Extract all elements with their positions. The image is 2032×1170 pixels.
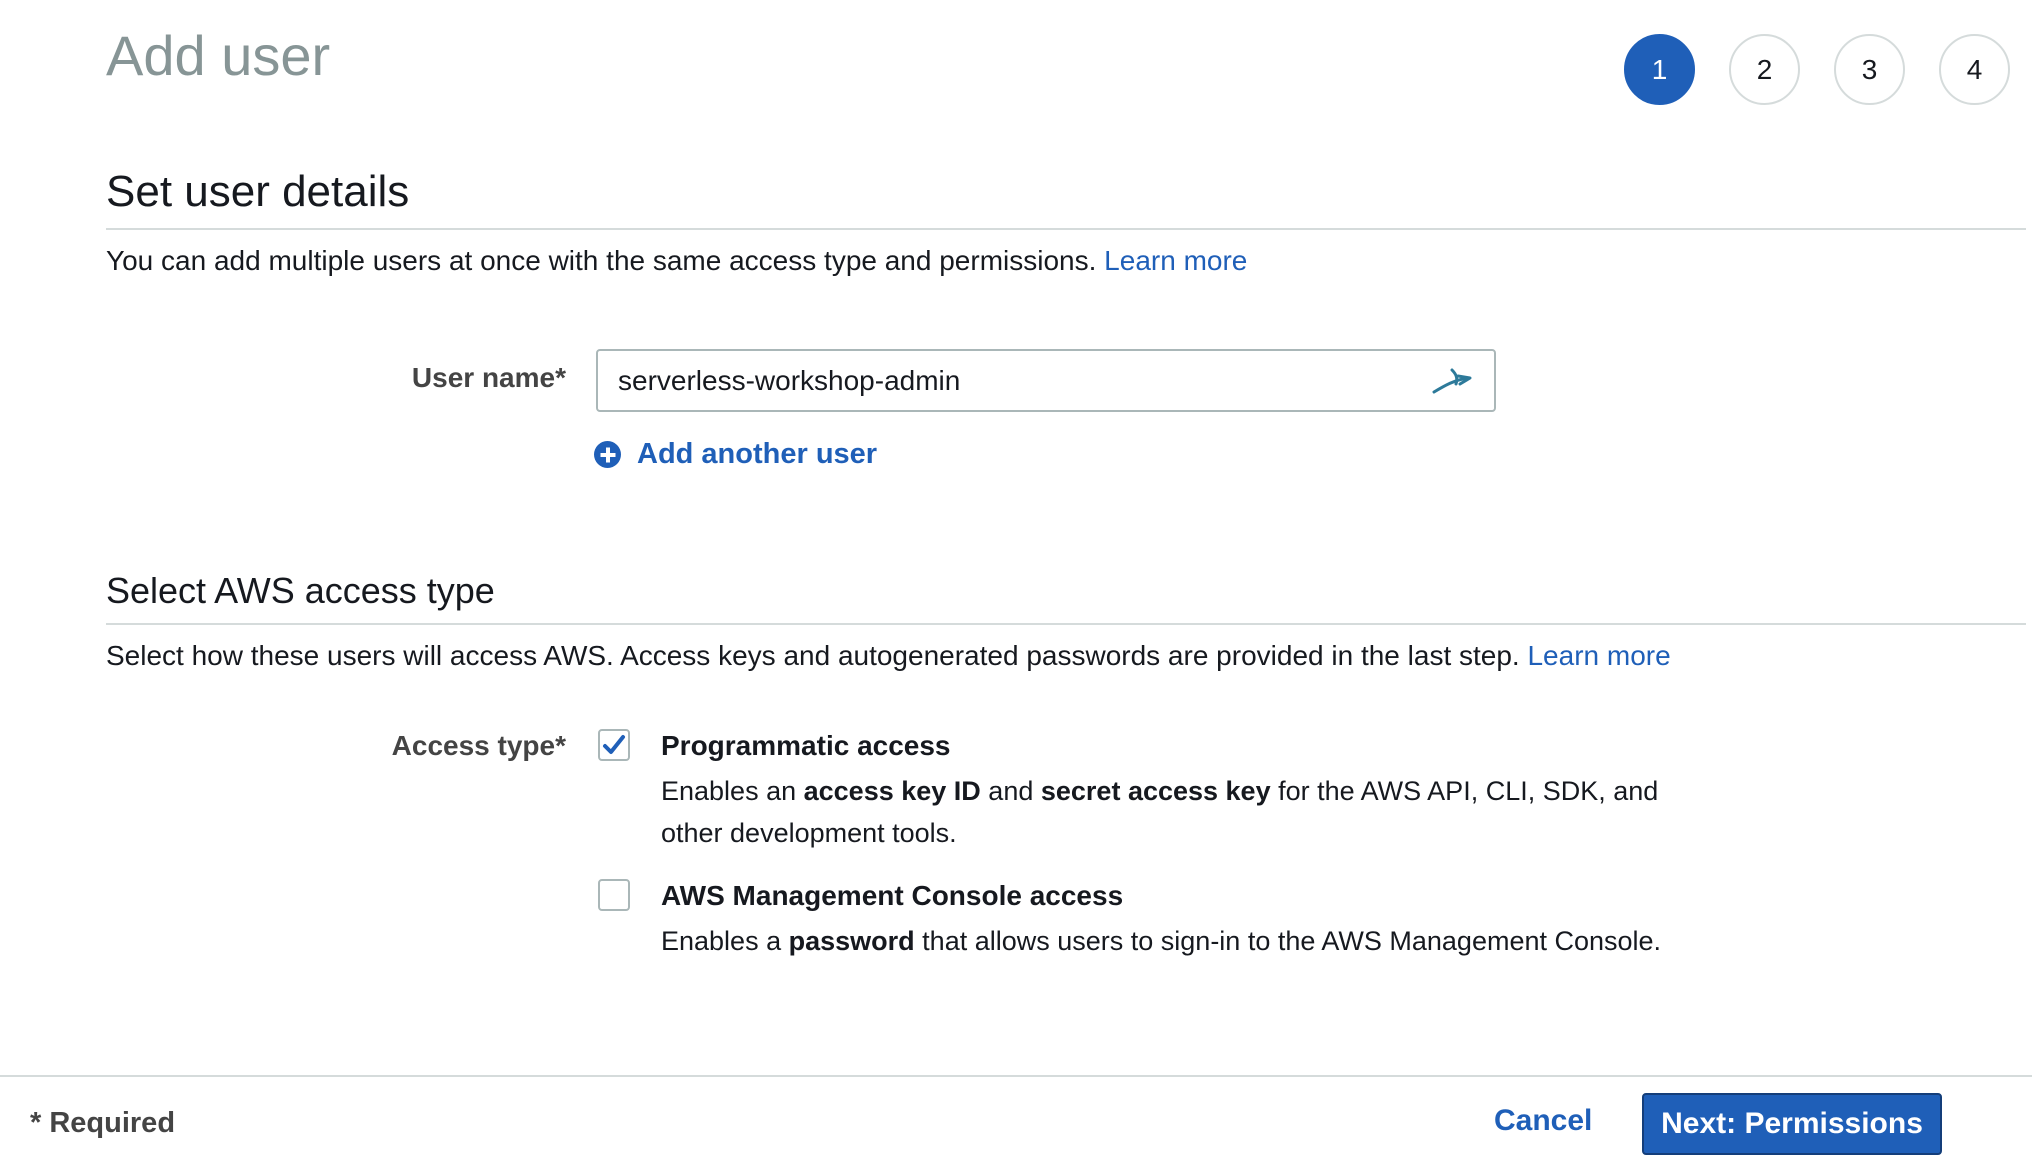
checkmark-icon (603, 735, 625, 754)
access-type-description: Select how these users will access AWS. … (106, 638, 1671, 674)
desc-text: that allows users to sign-in to the AWS … (922, 926, 1662, 956)
learn-more-link[interactable]: Learn more (1527, 640, 1670, 671)
desc-text: Enables a (661, 926, 782, 956)
page-title: Add user (106, 24, 331, 87)
desc-text: and (988, 776, 1034, 806)
user-details-description: You can add multiple users at once with … (106, 243, 1247, 279)
desc-bold: secret access key (1040, 776, 1271, 806)
desc-bold: access key ID (803, 776, 981, 806)
add-another-user-label: Add another user (637, 438, 878, 470)
programmatic-access-checkbox[interactable] (598, 729, 630, 761)
console-access-checkbox[interactable] (598, 879, 630, 911)
user-name-input[interactable] (618, 364, 1430, 397)
plus-circle-icon (594, 441, 621, 468)
section-divider (106, 228, 2026, 230)
add-another-user-button[interactable]: Add another user (594, 438, 877, 471)
programmatic-access-description: Enables an access key ID and secret acce… (661, 770, 1721, 854)
step-2[interactable]: 2 (1729, 34, 1800, 105)
step-4[interactable]: 4 (1939, 34, 2010, 105)
password-manager-icon[interactable] (1430, 363, 1474, 399)
user-details-description-text: You can add multiple users at once with … (106, 245, 1097, 276)
step-3[interactable]: 3 (1834, 34, 1905, 105)
learn-more-link[interactable]: Learn more (1104, 245, 1247, 276)
section-divider (106, 623, 2026, 625)
desc-text: Enables an (661, 776, 797, 806)
access-type-description-text: Select how these users will access AWS. … (106, 640, 1520, 671)
programmatic-access-title: Programmatic access (661, 730, 951, 761)
required-note: * Required (30, 1107, 176, 1139)
select-access-type-heading: Select AWS access type (106, 570, 495, 611)
user-name-field[interactable] (596, 349, 1496, 412)
step-1[interactable]: 1 (1624, 34, 1695, 105)
wizard-steps: 1 2 3 4 (1624, 34, 2010, 105)
footer-divider (0, 1075, 2032, 1077)
desc-bold: password (788, 926, 915, 956)
console-access-title: AWS Management Console access (661, 880, 1124, 911)
access-type-label: Access type* (391, 730, 566, 761)
set-user-details-heading: Set user details (106, 167, 410, 216)
cancel-button[interactable]: Cancel (1494, 1104, 1592, 1138)
user-name-label: User name* (411, 362, 566, 393)
console-access-description: Enables a password that allows users to … (661, 920, 1721, 962)
next-permissions-button[interactable]: Next: Permissions (1642, 1093, 1942, 1155)
